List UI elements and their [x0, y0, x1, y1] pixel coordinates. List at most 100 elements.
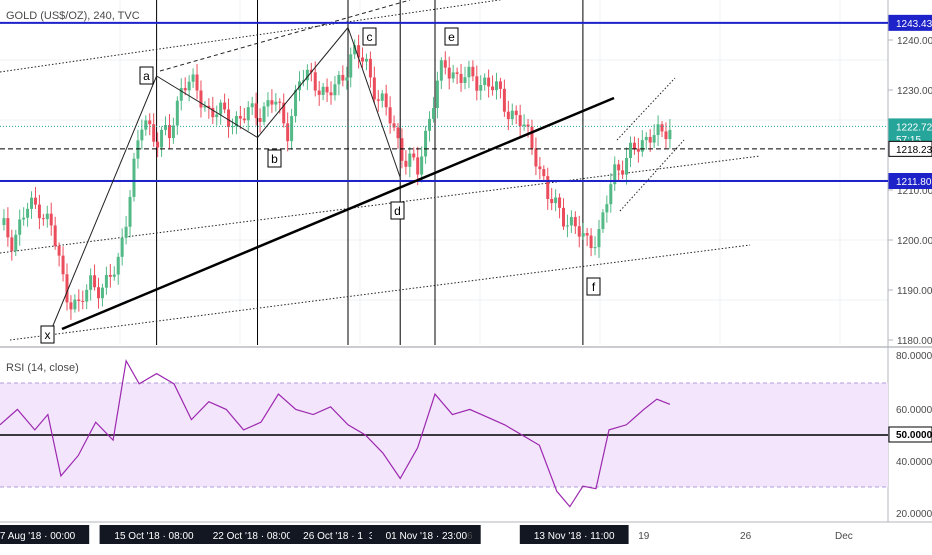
wave-label-text: x — [45, 328, 51, 342]
candle-body — [542, 169, 546, 177]
candle-body — [81, 300, 85, 302]
time-label: 19 — [638, 531, 650, 542]
candle-body — [191, 74, 195, 82]
price-tick-label: 1230.00 — [897, 86, 932, 97]
candle-body — [57, 245, 61, 256]
candle-body — [416, 157, 420, 175]
candle-body — [254, 103, 258, 119]
wave-label-e: e — [444, 27, 459, 46]
candle-body — [597, 229, 601, 248]
candle-body — [439, 60, 443, 81]
candle-body — [199, 90, 203, 108]
candle-body — [506, 111, 510, 120]
candle-body — [384, 93, 388, 108]
price-chart[interactable]: x a b c d e f GOLD (US$/OZ), 240, TVC 1240.00 1… — [0, 0, 932, 550]
wave-label-text: a — [143, 69, 150, 83]
candle-body — [6, 218, 10, 238]
candle-body — [274, 101, 278, 105]
candle-body — [400, 138, 404, 161]
candle-body — [144, 120, 148, 130]
candle-body — [132, 158, 136, 197]
candle-body — [621, 170, 625, 175]
candle-body — [562, 207, 566, 227]
candle-body — [467, 66, 471, 78]
candle-body — [124, 226, 128, 238]
candle-body — [140, 129, 144, 141]
candle-body — [108, 274, 112, 277]
candle-body — [420, 156, 424, 175]
candle-body — [632, 142, 636, 149]
candle-body — [18, 219, 22, 235]
candle-body — [396, 127, 400, 139]
candle-body — [100, 287, 104, 299]
time-label: 01 Nov '18 · 23:00 — [371, 525, 481, 544]
wave-label-c: c — [362, 27, 377, 46]
price-badge-support: 1211.80 — [888, 173, 932, 189]
candle-body — [660, 124, 664, 132]
candle-body — [471, 66, 475, 77]
candle-body — [89, 275, 93, 290]
candle-body — [554, 197, 558, 204]
candle-body — [483, 77, 487, 85]
candle-body — [522, 124, 526, 127]
candle-body — [45, 213, 49, 220]
price-tick-label: 1200.00 — [897, 236, 932, 247]
time-label: 6 — [467, 531, 473, 542]
candle-body — [534, 148, 538, 167]
candle-body — [644, 136, 648, 141]
candle-body — [668, 129, 672, 140]
candle-body — [160, 129, 164, 148]
candle-body — [368, 58, 372, 78]
price-tick-label: 1190.00 — [897, 286, 932, 297]
wave-label-b: b — [267, 149, 282, 168]
wave-label-f: f — [586, 277, 601, 296]
candle-body — [53, 225, 57, 246]
candle-body — [345, 77, 349, 81]
candle-body — [585, 233, 589, 236]
candle-body — [443, 60, 447, 68]
candle-body — [550, 199, 554, 204]
wave-label-text: c — [367, 30, 373, 44]
price-badge-res-high: 1243.43 — [888, 14, 932, 31]
candle-body — [376, 99, 380, 101]
time-label-text: 17 Aug '18 · 00:00 — [0, 531, 76, 542]
time-label-text: 13 Nov '18 · 11:00 — [534, 531, 615, 542]
candle-body — [447, 67, 451, 79]
candle-body — [392, 123, 396, 128]
candle-body — [664, 131, 668, 140]
candle-body — [2, 218, 6, 225]
candle-body — [278, 101, 282, 103]
candle-body — [364, 58, 368, 62]
rsi-tick-20: 20.0000 — [896, 509, 932, 520]
candle-body — [404, 160, 408, 167]
candle-body — [558, 197, 562, 208]
candle-body — [593, 247, 597, 249]
candle-body — [329, 92, 333, 96]
candle-body — [538, 166, 542, 170]
wave-label-a: a — [139, 66, 154, 85]
candle-body — [510, 110, 514, 120]
candle-body — [518, 115, 522, 127]
rsi-value-text: 50.0000 — [896, 430, 932, 441]
candle-body — [652, 135, 656, 143]
candle-body — [250, 103, 254, 108]
candle-body — [388, 107, 392, 124]
candle-body — [380, 93, 384, 101]
candle-body — [258, 118, 262, 122]
candle-body — [30, 197, 34, 209]
candle-body — [569, 217, 573, 226]
price-badge-text: 1243.43 — [896, 19, 932, 30]
candle-body — [37, 204, 41, 219]
candle-body — [431, 108, 435, 119]
time-label: 26 — [740, 531, 752, 542]
time-label: 17 Aug '18 · 00:00 — [0, 525, 90, 544]
candle-body — [128, 196, 132, 227]
time-label: Dec — [835, 531, 853, 542]
candle-body — [605, 204, 609, 213]
wave-label-d: d — [390, 201, 405, 220]
candle-body — [361, 57, 365, 62]
chart-root: x a b c d e f GOLD (US$/OZ), 240, TVC 1240.00 1… — [0, 0, 932, 550]
price-badge-text: 1211.80 — [896, 177, 932, 188]
candle-body — [408, 153, 412, 167]
candle-body — [333, 84, 337, 96]
